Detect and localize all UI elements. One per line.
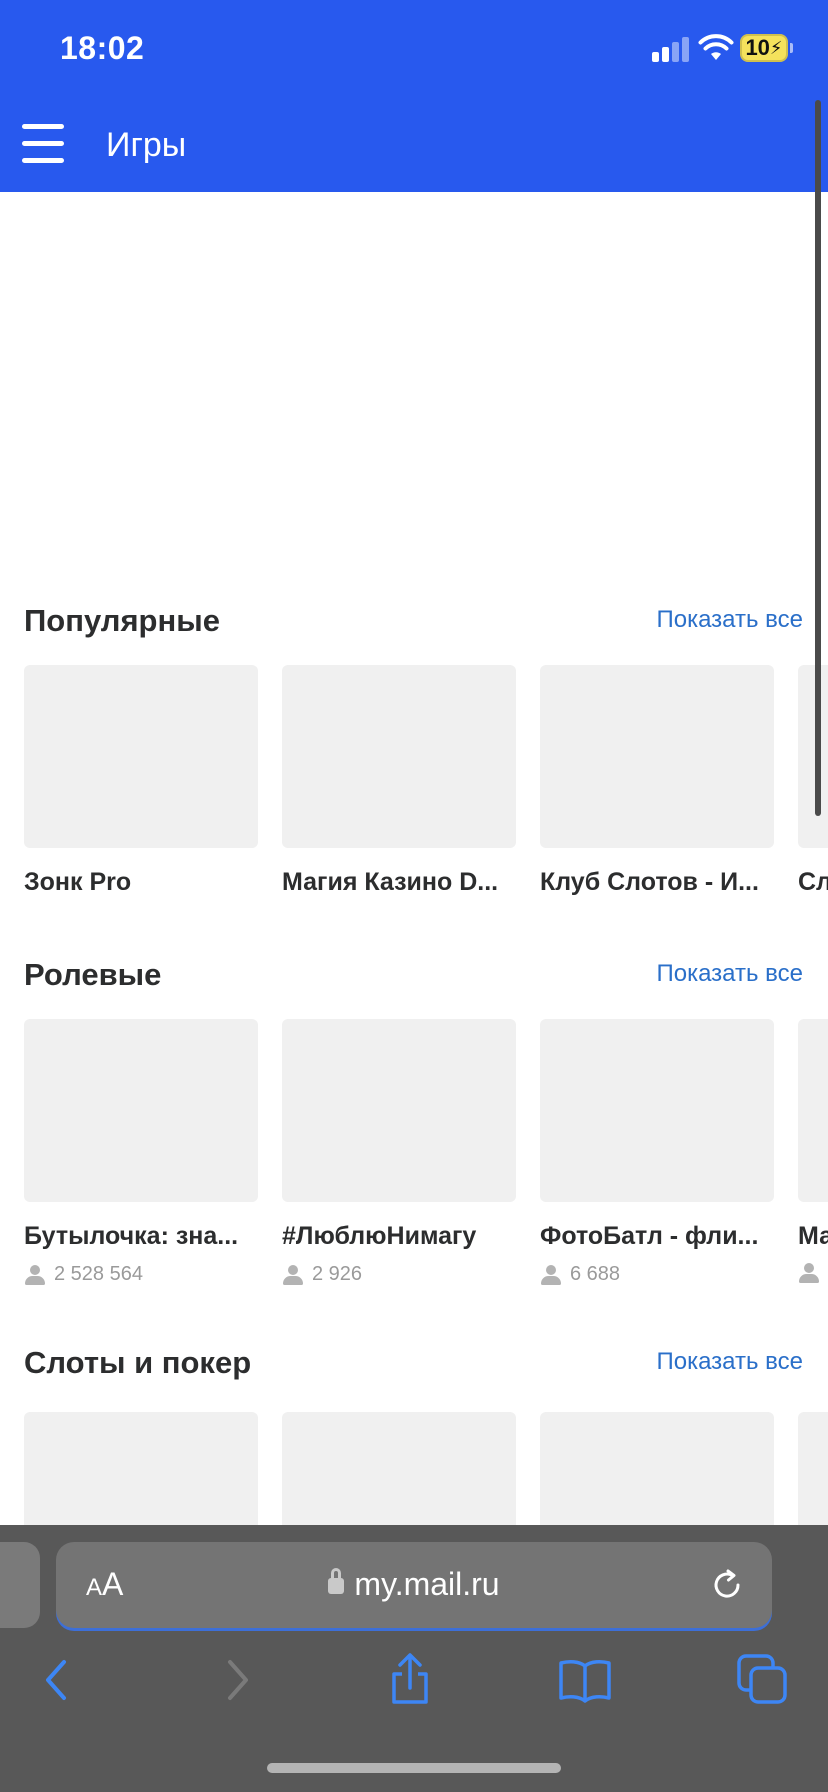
person-icon: [540, 1264, 562, 1285]
game-name: #ЛюблюНимагу: [282, 1222, 477, 1250]
show-all-link[interactable]: Показать все: [656, 1348, 803, 1376]
previous-tab-preview[interactable]: [0, 1542, 40, 1628]
player-count: 2 926: [282, 1263, 516, 1286]
game-thumbnail[interactable]: [24, 665, 258, 848]
person-icon: [282, 1264, 304, 1285]
game-card[interactable]: Бутылочка: зна... 2 528 564: [24, 1019, 258, 1286]
game-name: Магия Казино D...: [282, 868, 499, 896]
game-carousel[interactable]: [24, 1412, 828, 1532]
game-card[interactable]: [24, 1412, 258, 1532]
game-card[interactable]: #ЛюблюНимагу 2 926: [282, 1019, 516, 1286]
hamburger-menu-icon[interactable]: [22, 124, 64, 164]
game-name: Клуб Слотов - И...: [540, 868, 759, 896]
game-carousel[interactable]: Зонк Pro Магия Казино D... Клуб Слотов -…: [24, 665, 828, 905]
cellular-signal-icon: [652, 36, 690, 62]
section-title: Ролевые: [24, 957, 162, 992]
status-time: 18:02: [60, 30, 145, 66]
game-thumbnail[interactable]: [282, 1019, 516, 1202]
player-count-value: 6 688: [570, 1263, 621, 1285]
home-indicator[interactable]: [267, 1763, 561, 1773]
game-thumbnail[interactable]: [282, 1412, 516, 1532]
battery-level: 10: [745, 35, 770, 60]
person-icon: [24, 1264, 46, 1285]
game-thumbnail[interactable]: [24, 1019, 258, 1202]
game-card[interactable]: [282, 1412, 516, 1532]
ad-placeholder: [0, 192, 828, 572]
game-name: Сл: [798, 868, 828, 896]
reload-icon[interactable]: [708, 1566, 746, 1604]
page-title: Игры: [106, 126, 187, 164]
game-card[interactable]: Ма: [798, 1019, 828, 1283]
game-card[interactable]: ФотоБатл - фли... 6 688: [540, 1019, 774, 1286]
game-name: Бутылочка: зна...: [24, 1222, 239, 1250]
game-thumbnail[interactable]: [282, 665, 516, 848]
show-all-link[interactable]: Показать все: [656, 960, 803, 988]
battery-icon: 10 ⚡: [740, 34, 788, 62]
player-count-value: 2 528 564: [54, 1263, 143, 1285]
app-header: 18:02 10 ⚡ Игры: [0, 0, 828, 192]
player-count: 6 688: [540, 1263, 774, 1286]
scroll-indicator[interactable]: [815, 100, 821, 816]
section-title: Слоты и покер: [24, 1345, 252, 1380]
back-icon[interactable]: [28, 1650, 88, 1710]
bookmarks-icon[interactable]: [555, 1650, 615, 1710]
person-icon: [798, 1263, 820, 1283]
game-name: Ма: [798, 1222, 828, 1250]
show-all-link[interactable]: Показать все: [656, 606, 803, 634]
player-count: [798, 1263, 828, 1283]
game-thumbnail[interactable]: [798, 1412, 828, 1532]
tabs-icon[interactable]: [733, 1650, 793, 1710]
game-thumbnail[interactable]: [540, 665, 774, 848]
wifi-icon: [698, 34, 734, 60]
game-thumbnail[interactable]: [24, 1412, 258, 1532]
game-name: ФотоБатл - фли...: [540, 1222, 759, 1250]
lock-icon: [328, 1568, 345, 1596]
game-name: Зонк Pro: [24, 868, 132, 896]
game-card[interactable]: Клуб Слотов - И...: [540, 665, 774, 897]
game-card[interactable]: Сл: [798, 665, 828, 897]
game-card[interactable]: [798, 1412, 828, 1532]
player-count: 2 528 564: [24, 1263, 258, 1286]
section-title: Популярные: [24, 603, 220, 638]
battery-tip: [790, 43, 793, 53]
game-carousel[interactable]: Бутылочка: зна... 2 528 564 #ЛюблюНимагу…: [24, 1019, 828, 1299]
game-card[interactable]: [540, 1412, 774, 1532]
game-thumbnail[interactable]: [540, 1019, 774, 1202]
share-icon[interactable]: [380, 1650, 440, 1710]
url-display[interactable]: my.mail.ru: [56, 1566, 772, 1603]
address-bar[interactable]: AA my.mail.ru: [56, 1542, 772, 1628]
game-card[interactable]: Зонк Pro: [24, 665, 258, 897]
game-thumbnail[interactable]: [540, 1412, 774, 1532]
forward-icon[interactable]: [206, 1650, 266, 1710]
game-card[interactable]: Магия Казино D...: [282, 665, 516, 897]
url-text: my.mail.ru: [354, 1566, 500, 1602]
game-thumbnail[interactable]: [798, 1019, 828, 1202]
game-thumbnail[interactable]: [798, 665, 828, 848]
player-count-value: 2 926: [312, 1263, 363, 1285]
